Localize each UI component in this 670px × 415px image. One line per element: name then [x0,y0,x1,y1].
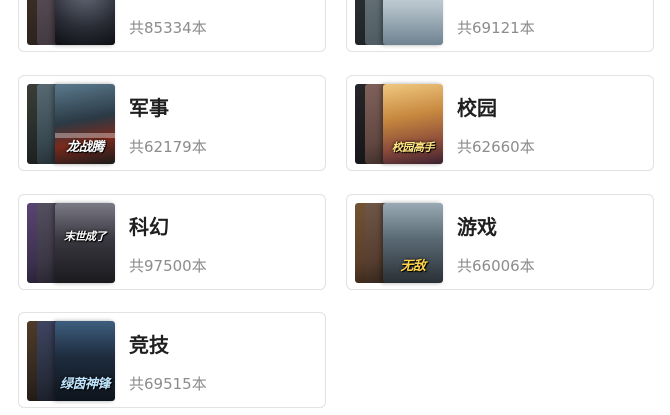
book-cover [383,0,443,45]
category-book-count: 共69121本 [457,19,535,37]
category-card-0[interactable]: 共85334本 [18,0,326,52]
category-card-scifi[interactable]: 末世成了 科幻 共97500本 [18,194,326,290]
category-name: 军事 [129,96,169,120]
book-cover-stack [355,0,443,45]
category-name: 科幻 [129,215,169,239]
cover-title: 校园高手 [392,141,435,154]
cover-title: 末世成了 [64,230,107,243]
category-card-sports[interactable]: 绿茵神锋 竞技 共69515本 [18,312,326,408]
category-book-count: 共85334本 [129,19,207,37]
book-cover-stack: 校园高手 [355,84,443,164]
category-card-games[interactable]: 无敌 游戏 共66006本 [346,194,654,290]
category-book-count: 共97500本 [129,257,207,275]
cover-decoration [55,133,115,138]
book-cover: 末世成了 [55,203,115,283]
book-cover: 绿茵神锋 [55,321,115,401]
category-grid: 共85334本 共69121本 龙战腾 军事 共62179本 校园高手 校园 共… [0,0,670,415]
category-book-count: 共66006本 [457,257,535,275]
book-cover: 无敌 [383,203,443,283]
book-cover: 龙战腾 [55,84,115,164]
book-cover-stack: 绿茵神锋 [27,321,115,401]
category-book-count: 共62660本 [457,138,535,156]
cover-title: 龙战腾 [66,140,104,155]
category-card-campus[interactable]: 校园高手 校园 共62660本 [346,75,654,171]
category-name: 校园 [457,96,497,120]
book-cover-stack: 无敌 [355,203,443,283]
cover-title: 绿茵神锋 [59,377,111,392]
book-cover-stack [27,0,115,45]
book-cover-stack: 末世成了 [27,203,115,283]
cover-title: 无敌 [400,259,426,274]
book-cover [55,0,115,45]
category-card-military[interactable]: 龙战腾 军事 共62179本 [18,75,326,171]
category-name: 竞技 [129,333,169,357]
category-book-count: 共62179本 [129,138,207,156]
category-card-1[interactable]: 共69121本 [346,0,654,52]
book-cover-stack: 龙战腾 [27,84,115,164]
book-cover: 校园高手 [383,84,443,164]
category-book-count: 共69515本 [129,375,207,393]
category-name: 游戏 [457,215,497,239]
